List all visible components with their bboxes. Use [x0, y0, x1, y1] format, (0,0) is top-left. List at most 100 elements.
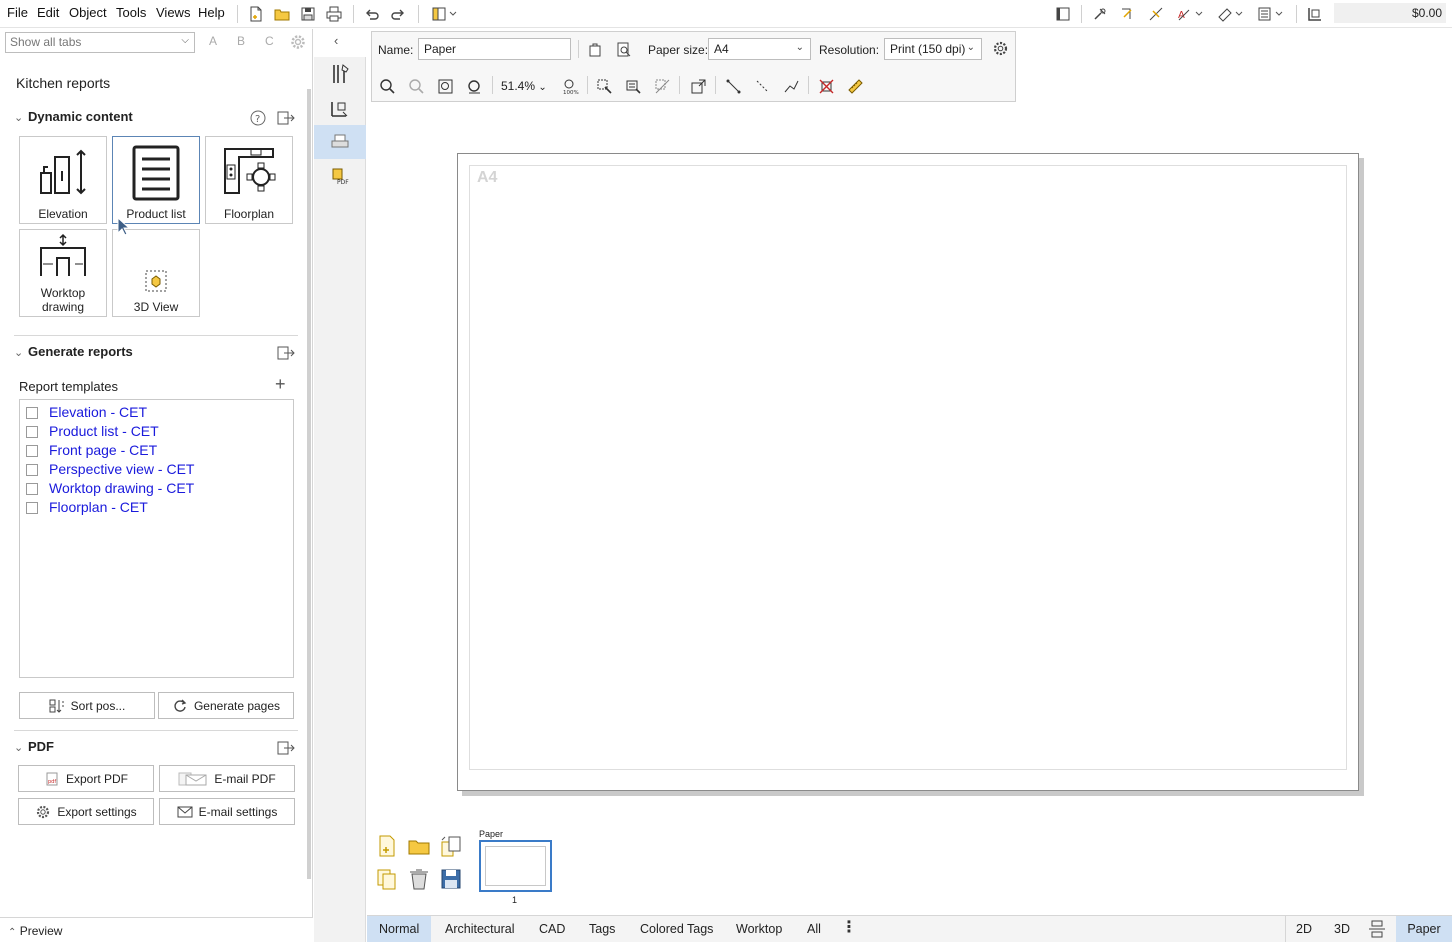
floor-plan-icon[interactable]	[1305, 4, 1325, 24]
export-settings-button[interactable]: Export settings	[18, 798, 154, 825]
email-pdf-button[interactable]: E-mail PDF	[159, 765, 295, 792]
checkbox[interactable]	[26, 464, 38, 476]
export-section-icon[interactable]	[277, 345, 295, 361]
tab-colored-tags[interactable]: Colored Tags	[628, 916, 725, 942]
filter-b-button[interactable]: B	[237, 34, 245, 48]
view-3d[interactable]: 3D	[1325, 916, 1359, 942]
paper-sheet[interactable]: A4	[457, 153, 1359, 791]
ruler-icon[interactable]	[845, 76, 865, 96]
generate-reports-header[interactable]: ⌄ Generate reports	[14, 344, 133, 359]
tab-all[interactable]: All	[795, 916, 833, 942]
select-area-icon[interactable]	[594, 76, 614, 96]
tab-worktop[interactable]: Worktop	[724, 916, 794, 942]
add-template-icon[interactable]: +	[275, 374, 286, 395]
dimension-tool-icon[interactable]	[314, 91, 366, 125]
resolution-select[interactable]: Print (150 dpi) ⌄	[884, 38, 982, 60]
zoom-100-icon[interactable]: 100%	[560, 76, 580, 96]
gear-icon[interactable]	[289, 33, 307, 51]
gear-icon[interactable]	[990, 38, 1010, 58]
zoom-out-icon[interactable]	[406, 76, 426, 96]
zoom-level-select[interactable]: 51.4% ⌄	[501, 79, 547, 93]
zoom-fit-icon[interactable]	[435, 76, 455, 96]
zoom-extents-icon[interactable]	[464, 76, 484, 96]
paper-size-select[interactable]: A4 ⌄	[708, 38, 811, 60]
select-text-icon[interactable]	[623, 76, 643, 96]
snap-endpoint-icon[interactable]	[1118, 4, 1138, 24]
undo-icon[interactable]	[362, 4, 382, 24]
list-dropdown-icon[interactable]	[1254, 4, 1286, 24]
lock-page-icon[interactable]	[585, 39, 605, 59]
export-section-icon[interactable]	[277, 110, 295, 126]
tile-3d-view[interactable]: 3D View	[112, 229, 200, 317]
new-page-icon[interactable]	[375, 834, 399, 858]
preview-toggle[interactable]: ⌃ Preview	[0, 917, 313, 942]
email-settings-button[interactable]: E-mail settings	[159, 798, 295, 825]
dashed-line-icon[interactable]	[752, 76, 772, 96]
tile-floorplan[interactable]: Floorplan	[205, 136, 293, 224]
checkbox[interactable]	[26, 407, 38, 419]
tile-product-list[interactable]: Product list	[112, 136, 200, 224]
pdf-header[interactable]: ⌄ PDF	[14, 739, 54, 754]
pdf-export-icon[interactable]: PDF	[314, 159, 366, 193]
tile-worktop-drawing[interactable]: Worktop drawing	[19, 229, 107, 317]
menu-file[interactable]: File	[7, 5, 28, 20]
open-page-icon[interactable]	[407, 834, 431, 858]
tab-cad[interactable]: CAD	[527, 916, 577, 942]
checkbox[interactable]	[26, 445, 38, 457]
tab-normal[interactable]: Normal	[367, 916, 432, 942]
view-paper[interactable]: Paper	[1396, 916, 1452, 942]
filter-c-button[interactable]: C	[265, 34, 274, 48]
snap-icon[interactable]	[1090, 4, 1110, 24]
print-icon[interactable]	[324, 4, 344, 24]
export-section-icon[interactable]	[277, 740, 295, 756]
menu-edit[interactable]: Edit	[37, 5, 59, 20]
collapse-panel-icon[interactable]: ‹	[334, 33, 338, 48]
delete-element-icon[interactable]	[816, 76, 836, 96]
page-preview-icon[interactable]	[613, 39, 633, 59]
checkbox[interactable]	[26, 502, 38, 514]
save-page-icon[interactable]	[439, 867, 463, 891]
line-tool-icon[interactable]	[723, 76, 743, 96]
snap-midpoint-icon[interactable]	[1146, 4, 1166, 24]
polyline-icon[interactable]	[781, 76, 801, 96]
sort-positions-button[interactable]: Sort pos...	[19, 692, 155, 719]
split-view-icon[interactable]	[1366, 920, 1388, 938]
name-input[interactable]: Paper	[418, 38, 571, 60]
deselect-icon[interactable]	[652, 76, 672, 96]
tile-elevation[interactable]: Elevation	[19, 136, 107, 224]
panel-toggle-icon[interactable]	[1053, 4, 1073, 24]
save-icon[interactable]	[298, 4, 318, 24]
delete-page-icon[interactable]	[407, 867, 431, 891]
rotate-page-icon[interactable]	[439, 834, 463, 858]
redo-icon[interactable]	[388, 4, 408, 24]
paper-tool-icon[interactable]	[314, 125, 366, 159]
copy-page-icon[interactable]	[375, 867, 399, 891]
transform-icon[interactable]	[688, 76, 708, 96]
tab-architectural[interactable]: Architectural	[433, 916, 526, 942]
checkbox[interactable]	[26, 483, 38, 495]
generate-pages-button[interactable]: Generate pages	[158, 692, 294, 719]
view-2d[interactable]: 2D	[1287, 916, 1321, 942]
zoom-in-icon[interactable]	[377, 76, 397, 96]
layout-dropdown-icon[interactable]	[428, 4, 460, 24]
export-pdf-button[interactable]: pdf Export PDF	[18, 765, 154, 792]
visibility-dropdown-icon[interactable]	[1214, 4, 1246, 24]
paper-canvas[interactable]: A4	[367, 103, 1452, 915]
menu-views[interactable]: Views	[156, 5, 190, 20]
snap-angle-dropdown-icon[interactable]: A	[1174, 4, 1206, 24]
tab-filter-select[interactable]: Show all tabs ⌵	[5, 32, 195, 53]
open-folder-icon[interactable]	[272, 4, 292, 24]
help-icon[interactable]: ?	[249, 109, 267, 127]
menu-tools[interactable]: Tools	[116, 5, 146, 20]
dynamic-content-header[interactable]: ⌄ Dynamic content	[14, 109, 133, 124]
filter-a-button[interactable]: A	[209, 34, 217, 48]
menu-object[interactable]: Object	[69, 5, 107, 20]
checkbox[interactable]	[26, 426, 38, 438]
page-thumbnail[interactable]	[479, 840, 552, 892]
new-file-icon[interactable]	[246, 4, 266, 24]
menu-help[interactable]: Help	[198, 5, 225, 20]
tools-icon[interactable]	[314, 57, 366, 91]
more-options-icon[interactable]: ⋮	[841, 920, 857, 936]
tab-tags[interactable]: Tags	[577, 916, 627, 942]
panel-scrollbar[interactable]	[307, 89, 311, 879]
